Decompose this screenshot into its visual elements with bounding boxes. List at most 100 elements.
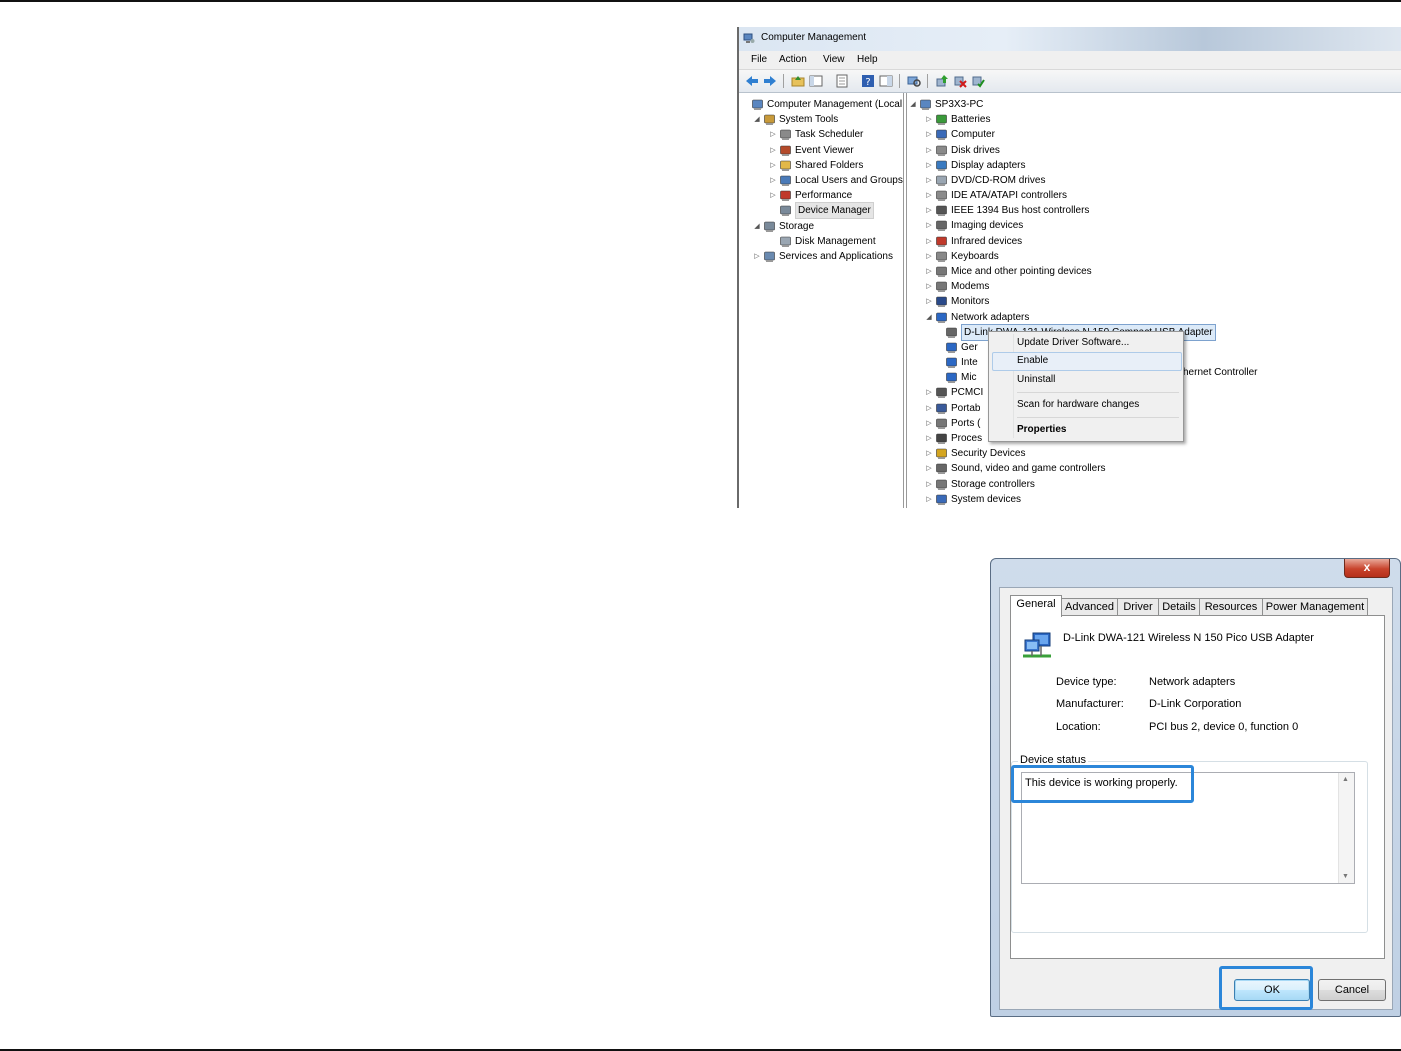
expand-arrow-icon[interactable]: ▷ [925,264,933,279]
tree-node-label: Storage controllers [951,478,1035,490]
expand-arrow-icon[interactable]: ▷ [925,234,933,249]
tree-node-label: Proces [951,432,983,444]
expand-arrow-icon[interactable]: ▷ [925,158,933,173]
title-bar[interactable]: Computer Management [739,27,1401,51]
menu-view[interactable]: View [823,54,845,65]
performance-icon [780,190,791,202]
tree-node-label: System Tools [779,114,839,126]
tab-resources[interactable]: Resources [1199,598,1263,616]
expand-arrow-icon[interactable]: ▷ [925,203,933,218]
scan-icon[interactable] [907,74,921,88]
collapse-arrow-icon[interactable]: ◢ [909,97,917,112]
expand-arrow-icon[interactable]: ▷ [925,112,933,127]
expand-arrow-icon[interactable]: ▷ [769,127,777,142]
expand-arrow-icon[interactable]: ▷ [925,385,933,400]
computer-management-icon [752,99,763,110]
tree-node-label: IEEE 1394 Bus host controllers [951,205,1090,217]
tab-details[interactable]: Details [1158,598,1200,616]
collapse-arrow-icon[interactable]: ◢ [753,219,761,234]
tree-node-label: Monitors [951,296,990,308]
infrared-icon [936,236,947,247]
menu-item-scan[interactable]: Scan for hardware changes [1017,399,1139,410]
forward-icon[interactable] [763,74,777,88]
expand-arrow-icon[interactable]: ▷ [925,492,933,507]
expand-arrow-icon[interactable]: ▷ [769,143,777,158]
expand-arrow-icon[interactable]: ▷ [769,173,777,188]
expand-arrow-icon[interactable]: ▷ [925,279,933,294]
cancel-button[interactable]: Cancel [1318,979,1386,1001]
menu-item-update-driver[interactable]: Update Driver Software... [1017,337,1129,348]
device-type-label: Device type: [1056,676,1117,688]
disabled-network-icon [946,327,957,338]
event-viewer-icon [780,145,791,156]
port-icon [936,418,947,429]
display-adapter-icon [936,160,947,171]
tab-power-management[interactable]: Power Management [1262,598,1368,616]
tree-node-label: Batteries [951,114,991,126]
expand-arrow-icon[interactable]: ▷ [925,127,933,142]
expand-arrow-icon[interactable]: ▷ [925,401,933,416]
manufacturer-value: D-Link Corporation [1149,698,1242,710]
ide-icon [936,190,947,202]
expand-arrow-icon[interactable]: ▷ [925,477,933,492]
computer-icon [936,130,947,141]
expand-arrow-icon[interactable]: ▷ [925,173,933,188]
update-driver-icon[interactable] [935,74,949,88]
network-adapter-icon [1023,632,1051,658]
expand-arrow-icon[interactable]: ▷ [925,143,933,158]
menu-item-enable[interactable]: Enable [1017,355,1048,366]
tree-node-label: Portab [951,402,981,414]
tab-advanced[interactable]: Advanced [1061,598,1118,616]
tab-driver[interactable]: Driver [1117,598,1159,616]
expand-arrow-icon[interactable]: ▷ [925,188,933,203]
top-rule [0,0,1401,2]
disk-drive-icon [936,145,947,156]
collapse-arrow-icon[interactable]: ◢ [753,112,761,127]
expand-arrow-icon[interactable]: ▷ [925,249,933,264]
menu-item-properties[interactable]: Properties [1017,424,1066,435]
console-tree-icon[interactable] [809,74,823,88]
network-adapter-icon [946,372,957,384]
up-folder-icon[interactable] [791,74,805,88]
menu-file[interactable]: File [751,54,767,65]
help-icon[interactable]: ? [861,74,875,88]
expand-arrow-icon[interactable]: ▷ [925,416,933,431]
close-button[interactable]: x [1344,559,1390,578]
tree-node-label: PCMCI [951,387,984,399]
menu-separator [1017,417,1179,418]
action-pane-icon[interactable] [879,74,893,88]
tree-node-label: Shared Folders [795,159,864,171]
back-icon[interactable] [745,74,759,88]
ieee1394-icon [936,205,947,217]
dvd-icon [936,175,947,186]
expand-arrow-icon[interactable]: ▷ [769,188,777,203]
general-tab-panel: D-Link DWA-121 Wireless N 150 Pico USB A… [1010,615,1385,959]
scroll-down-icon[interactable]: ▼ [1342,873,1349,880]
toolbar-separator [927,74,928,88]
expand-arrow-icon[interactable]: ▷ [753,249,761,264]
pcmcia-icon [936,388,947,399]
expand-arrow-icon[interactable]: ▷ [925,446,933,461]
menu-action[interactable]: Action [779,54,807,65]
menu-help[interactable]: Help [857,54,878,65]
disk-management-icon [780,236,791,247]
expand-arrow-icon[interactable]: ▷ [925,294,933,309]
collapse-arrow-icon[interactable]: ◢ [925,310,933,325]
menu-bar: File Action View Help [739,51,1401,70]
tree-node-label: Infrared devices [951,235,1023,247]
status-scrollbar[interactable]: ▲ ▼ [1338,773,1354,883]
menu-item-uninstall[interactable]: Uninstall [1017,374,1055,385]
disable-icon[interactable] [953,74,967,88]
tab-general[interactable]: General [1010,595,1062,617]
network-adapter-icon [946,357,957,369]
tree-node-label: Services and Applications [779,251,893,262]
enable-icon[interactable] [971,74,985,88]
expand-arrow-icon[interactable]: ▷ [925,218,933,233]
export-icon[interactable] [835,74,849,88]
scroll-up-icon[interactable]: ▲ [1342,776,1349,783]
tree-node-label: IDE ATA/ATAPI controllers [951,190,1067,202]
expand-arrow-icon[interactable]: ▷ [925,461,933,476]
expand-arrow-icon[interactable]: ▷ [925,431,933,446]
tree-node-label: Event Viewer [795,144,854,156]
expand-arrow-icon[interactable]: ▷ [769,158,777,173]
